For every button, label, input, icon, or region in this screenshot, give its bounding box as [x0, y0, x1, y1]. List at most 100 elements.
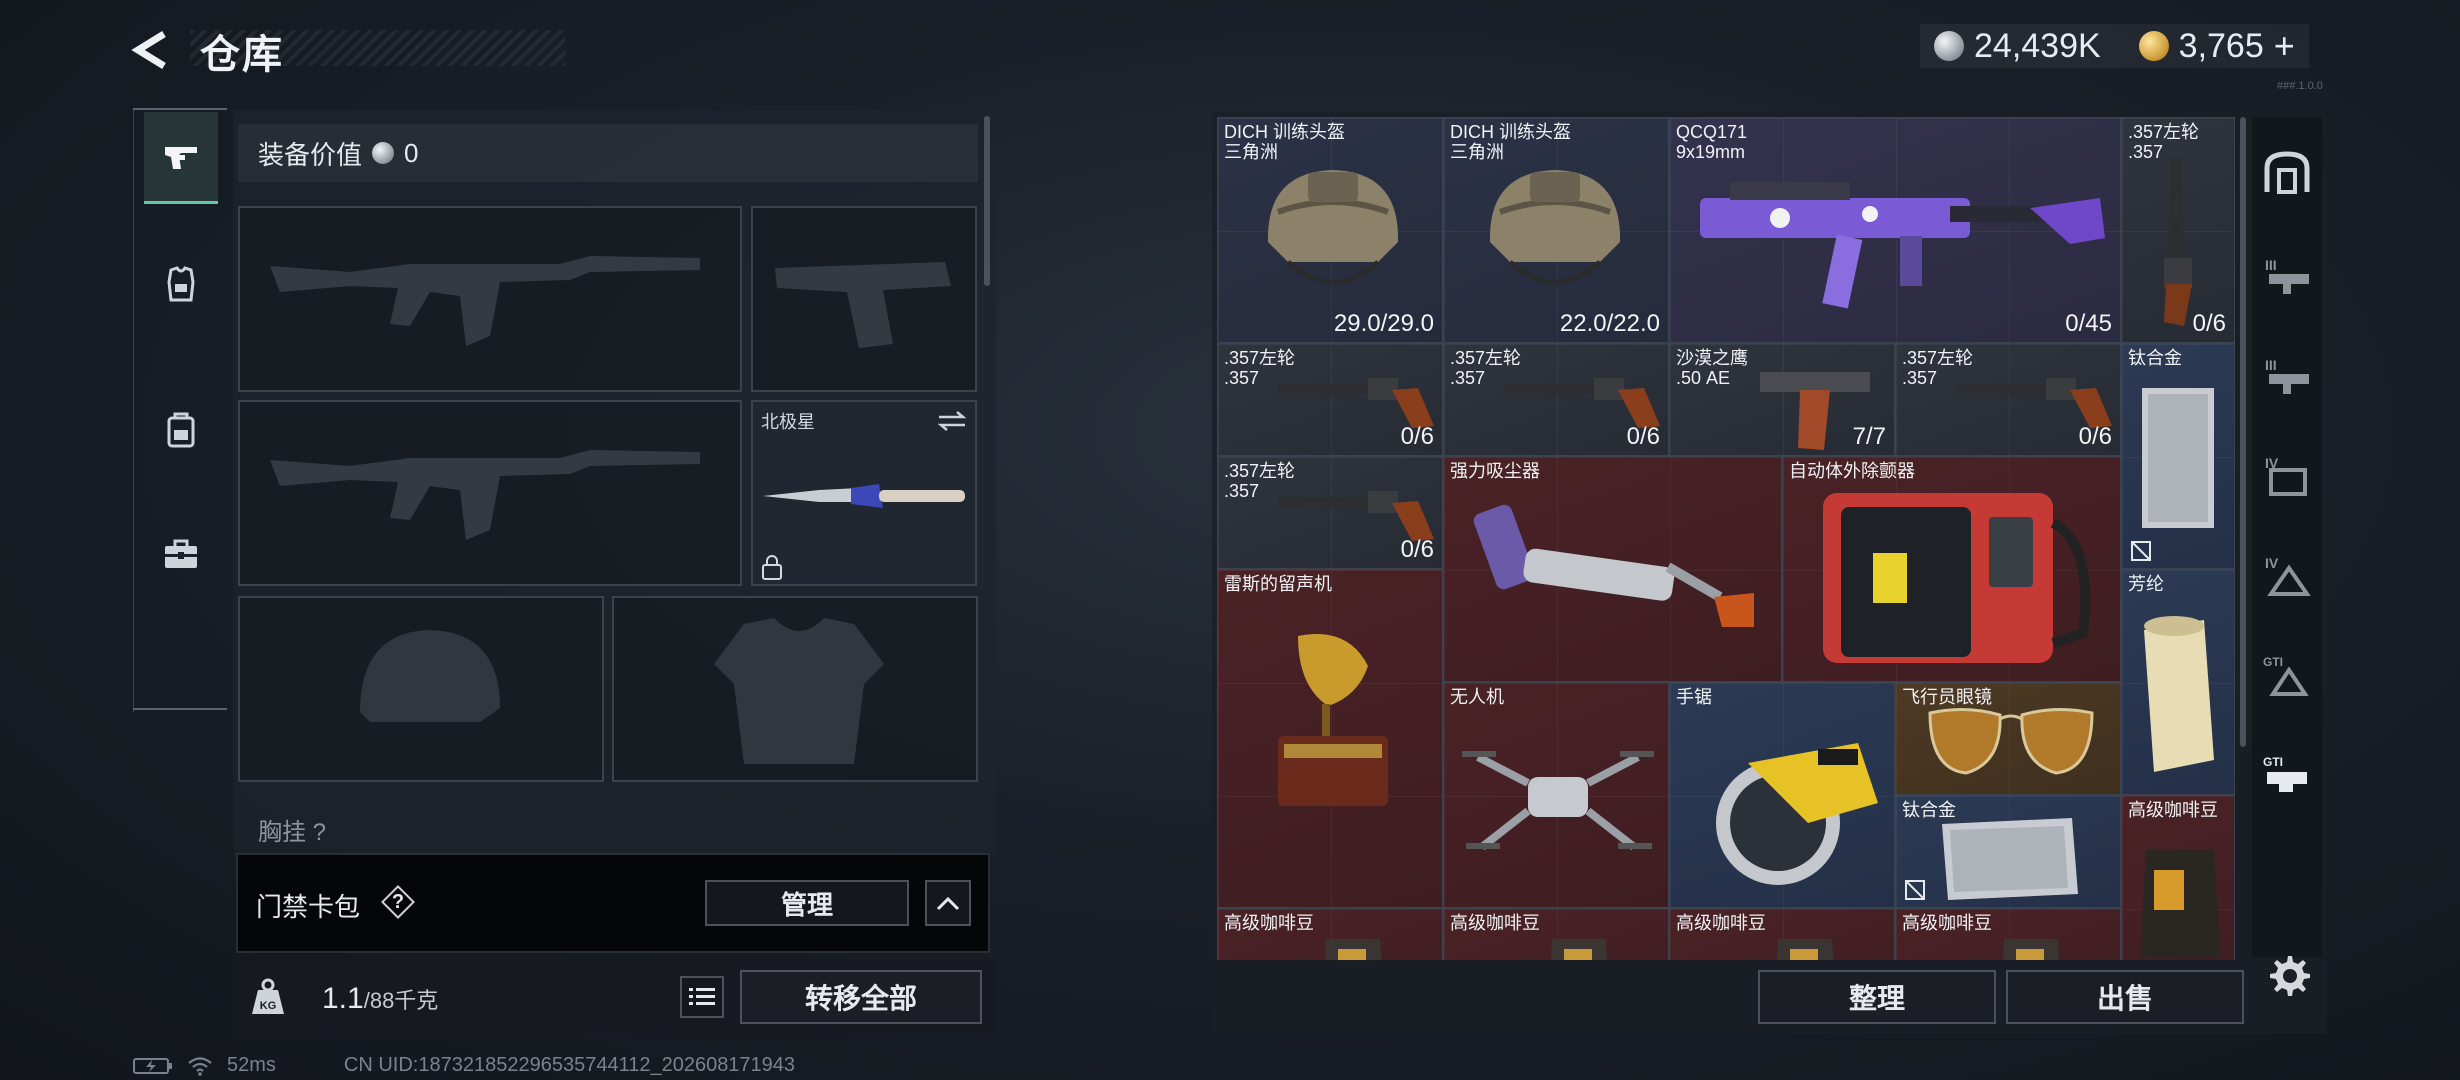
- svg-text:IV: IV: [2265, 555, 2279, 571]
- storage-item[interactable]: QCQ171 9x19mm 0/45: [1669, 117, 2121, 343]
- storage-item[interactable]: 钛合金: [1895, 795, 2121, 908]
- hafu-coin-icon: [372, 142, 395, 164]
- storage-item[interactable]: 雷斯的留声机: [1217, 569, 1443, 908]
- storage-item[interactable]: .357左轮 .357 0/6: [2121, 117, 2235, 343]
- helmet-slot[interactable]: [238, 596, 604, 782]
- storage-item[interactable]: 无人机: [1443, 682, 1669, 908]
- revolver-item-icon: [2164, 158, 2192, 326]
- drone-item-icon: [1462, 751, 1654, 851]
- pistol-icon: [165, 146, 197, 169]
- help-icon[interactable]: ?: [382, 886, 414, 918]
- storage-item[interactable]: DICH 训练头盔 三角洲 29.0/29.0: [1217, 117, 1443, 343]
- rail-tab-helmet-armor[interactable]: [144, 238, 218, 330]
- carry-weight: 1.1/88千克: [322, 982, 438, 1016]
- titanium-plate-item-icon: [2142, 388, 2214, 528]
- storage-item[interactable]: 手锯: [1669, 682, 1895, 908]
- storage-item[interactable]: 高级咖啡豆: [1895, 908, 2121, 960]
- smg-item-icon: [1700, 182, 2105, 309]
- storage-item[interactable]: .357左轮 .357 0/6: [1217, 343, 1443, 456]
- list-view-button[interactable]: [680, 976, 724, 1018]
- rail-tab-storage-3b[interactable]: III: [2252, 327, 2322, 419]
- aviator-glasses-item-icon: [1928, 707, 2094, 775]
- vault-icon: [2264, 151, 2310, 194]
- storage-item[interactable]: 钛合金: [2121, 343, 2235, 569]
- uid-text: CN UID:1873218522965357441​12_2026081719…: [343, 1054, 796, 1076]
- lock-icon: [762, 555, 782, 580]
- storage-item[interactable]: .357左轮 .357 0/6: [1895, 343, 2121, 456]
- currency-b-amount: 3,765: [2178, 26, 2264, 65]
- weight-kg-icon: KG: [252, 978, 284, 1014]
- storage-item[interactable]: .357左轮 .357 0/6: [1443, 343, 1669, 456]
- pistol-silhouette-icon: [775, 262, 951, 348]
- rail-tab-storage-4b[interactable]: IV: [2252, 527, 2322, 619]
- melee-weapon-slot[interactable]: 北极星: [751, 400, 977, 586]
- hand-saw-item-icon: [1716, 743, 1878, 885]
- rail-tab-toolkit[interactable]: [144, 508, 218, 600]
- currency-a-amount: 24,439K: [1974, 26, 2101, 65]
- loadout-scrollbar[interactable]: [984, 116, 990, 286]
- back-arrow-icon[interactable]: [130, 28, 174, 72]
- storage-item[interactable]: 高级咖啡豆: [2121, 795, 2235, 960]
- carry-weight-max: /88千克: [363, 988, 439, 1013]
- body-armor-slot[interactable]: [612, 596, 978, 782]
- rail-tab-storage-3a[interactable]: III: [2252, 227, 2322, 319]
- vest-silhouette-icon: [714, 618, 884, 764]
- rail-tab-storage-gti-a[interactable]: GTI: [2252, 627, 2322, 719]
- secondary-weapon-slot[interactable]: [751, 206, 977, 392]
- sort-button[interactable]: 整理: [1758, 970, 1996, 1024]
- svg-text:III: III: [2265, 257, 2277, 273]
- rail-tab-all-storage[interactable]: [2252, 127, 2322, 219]
- coffee-bag-item-icon: [2002, 939, 2060, 960]
- no-insure-icon: [1905, 880, 1925, 900]
- gear-icon[interactable]: [2266, 952, 2310, 996]
- primary-weapon-slot-2[interactable]: [238, 400, 742, 586]
- primary-weapon-slot[interactable]: [238, 206, 742, 392]
- gramophone-item-icon: [1278, 634, 1388, 806]
- loadout-category-rail: [133, 108, 227, 712]
- vacuum-cleaner-item-icon: [1473, 504, 1754, 627]
- sell-button[interactable]: 出售: [2006, 970, 2244, 1024]
- storage-item[interactable]: DICH 训练头盔 三角洲 22.0/22.0: [1443, 117, 1669, 343]
- storage-item[interactable]: 飞行员眼镜: [1895, 682, 2121, 795]
- storage-item[interactable]: .357左轮 .357 0/6: [1217, 456, 1443, 569]
- helmet-item-icon: [1267, 170, 1399, 285]
- storage-item[interactable]: 高级咖啡豆: [1669, 908, 1895, 960]
- transfer-all-button[interactable]: 转移全部: [740, 970, 982, 1024]
- rifle-silhouette-icon: [270, 450, 700, 540]
- storage-item[interactable]: 强力吸尘器: [1443, 456, 1782, 682]
- rifle-silhouette-icon: [270, 256, 700, 346]
- storage-scrollbar[interactable]: [2240, 117, 2246, 747]
- rail-tab-weapons[interactable]: [144, 112, 218, 204]
- add-currency-button[interactable]: +: [2274, 25, 2295, 67]
- storage-tier-4-icon: IV: [2265, 455, 2307, 496]
- titanium-plate-item-icon: [1942, 818, 2078, 900]
- melee-weapon-name: 北极星: [761, 412, 815, 432]
- rail-tab-storage-gti-b[interactable]: GTI: [2252, 727, 2322, 819]
- storage-item[interactable]: 芳纶: [2121, 569, 2235, 795]
- coffee-bag-item-icon: [1550, 939, 1608, 960]
- storage-item[interactable]: 高级咖啡豆: [1217, 908, 1443, 960]
- coffee-bag-item-icon: [1776, 939, 1834, 960]
- defibrillator-item-icon: [1823, 493, 2090, 663]
- access-card-bag-label: 门禁卡包: [256, 892, 361, 922]
- helmet-silhouette-icon: [360, 630, 500, 722]
- storage-item[interactable]: 沙漠之鹰 .50 AE 7/7: [1669, 343, 1895, 456]
- chevron-up-icon: [936, 896, 960, 911]
- rail-divider-bottom: [133, 708, 227, 710]
- knife-item-icon: [763, 484, 965, 508]
- svg-text:KG: KG: [260, 1000, 277, 1012]
- collapse-button[interactable]: [925, 880, 971, 926]
- rail-tab-storage-4a[interactable]: IV: [2252, 427, 2322, 519]
- manage-button[interactable]: 管理: [705, 880, 909, 926]
- aramid-roll-item-icon: [2144, 616, 2214, 772]
- coffee-bag-item-icon: [2140, 850, 2220, 958]
- storage-tier-3-icon: III: [2265, 357, 2309, 394]
- svg-text:III: III: [2265, 357, 2277, 373]
- storage-grid: DICH 训练头盔 三角洲 29.0/29.0 DICH 训练头盔 三角洲 22…: [1217, 117, 2235, 960]
- storage-item[interactable]: 高级咖啡豆: [1443, 908, 1669, 960]
- swap-arrows-icon[interactable]: [937, 410, 967, 432]
- gti-storage-icon: GTI: [2263, 755, 2307, 792]
- storage-item[interactable]: 自动体外除颤器: [1782, 456, 2121, 682]
- rail-tab-backpack[interactable]: [144, 384, 218, 476]
- hafu-coin-icon: [1934, 31, 1964, 61]
